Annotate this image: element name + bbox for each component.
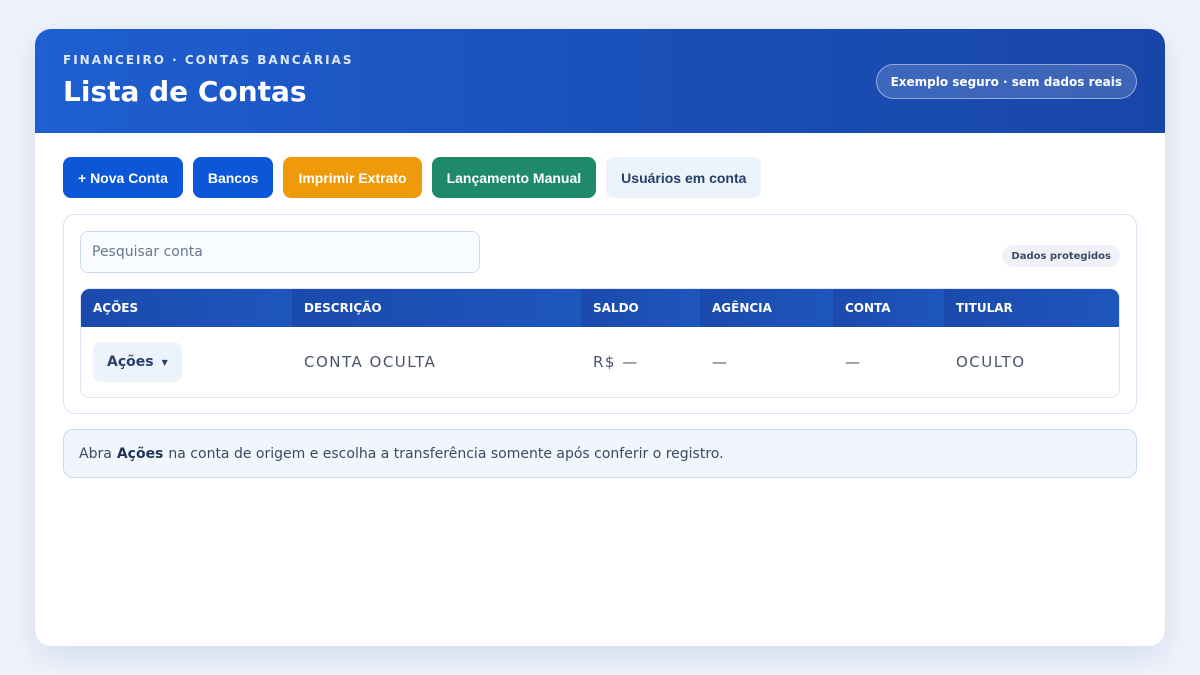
info-note: Abra Ações na conta de origem e escolha … — [63, 429, 1137, 478]
banks-button[interactable]: Bancos — [192, 157, 274, 198]
row-actions-label: Ações — [107, 354, 154, 370]
page-header: FINANCEIRO · CONTAS BANCÁRIAS Lista de C… — [35, 29, 1165, 133]
manual-entry-button[interactable]: Lançamento Manual — [431, 157, 597, 198]
breadcrumb: FINANCEIRO · CONTAS BANCÁRIAS — [63, 53, 354, 67]
account-users-button[interactable]: Usuários em conta — [606, 157, 762, 198]
page-title: Lista de Contas — [63, 75, 307, 108]
accounts-panel: Dados protegidos AÇÕES DESCRIÇÃO SALDO — [63, 214, 1137, 414]
accounts-table: AÇÕES DESCRIÇÃO SALDO AGÊNCIA CONTA TITU… — [80, 288, 1120, 398]
caret-down-icon: ▼ — [161, 357, 168, 367]
account-cell: — — [845, 353, 862, 371]
column-header-description[interactable]: DESCRIÇÃO — [292, 289, 581, 327]
new-account-button[interactable]: + Nova Conta — [63, 157, 183, 198]
column-header-balance[interactable]: SALDO — [581, 289, 700, 327]
protected-data-badge: Dados protegidos — [1002, 245, 1120, 267]
accounts-card: FINANCEIRO · CONTAS BANCÁRIAS Lista de C… — [35, 29, 1165, 646]
column-header-holder[interactable]: TITULAR — [944, 289, 1119, 327]
agency-cell: — — [712, 353, 729, 371]
description-cell: CONTA OCULTA — [304, 353, 437, 371]
balance-cell: R$ — — [593, 353, 639, 371]
table-header-row: AÇÕES DESCRIÇÃO SALDO AGÊNCIA CONTA TITU… — [81, 289, 1119, 327]
row-actions-dropdown[interactable]: Ações ▼ — [93, 342, 182, 382]
print-statement-button[interactable]: Imprimir Extrato — [283, 157, 422, 198]
holder-cell: OCULTO — [956, 353, 1026, 371]
table-row[interactable]: Ações ▼ CONTA OCULTA R$ — — — OCULTO — [81, 327, 1119, 397]
note-prefix: Abra — [79, 445, 112, 462]
column-header-actions[interactable]: AÇÕES — [81, 289, 292, 327]
note-bold: Ações — [116, 445, 164, 462]
toolbar: + Nova Conta Bancos Imprimir Extrato Lan… — [63, 157, 762, 198]
search-input[interactable] — [80, 231, 480, 273]
safe-example-badge: Exemplo seguro · sem dados reais — [875, 64, 1137, 99]
actions-cell: Ações ▼ — [81, 327, 292, 397]
note-suffix: na conta de origem e escolha a transferê… — [168, 445, 724, 462]
column-header-agency[interactable]: AGÊNCIA — [700, 289, 833, 327]
column-header-account[interactable]: CONTA — [833, 289, 944, 327]
